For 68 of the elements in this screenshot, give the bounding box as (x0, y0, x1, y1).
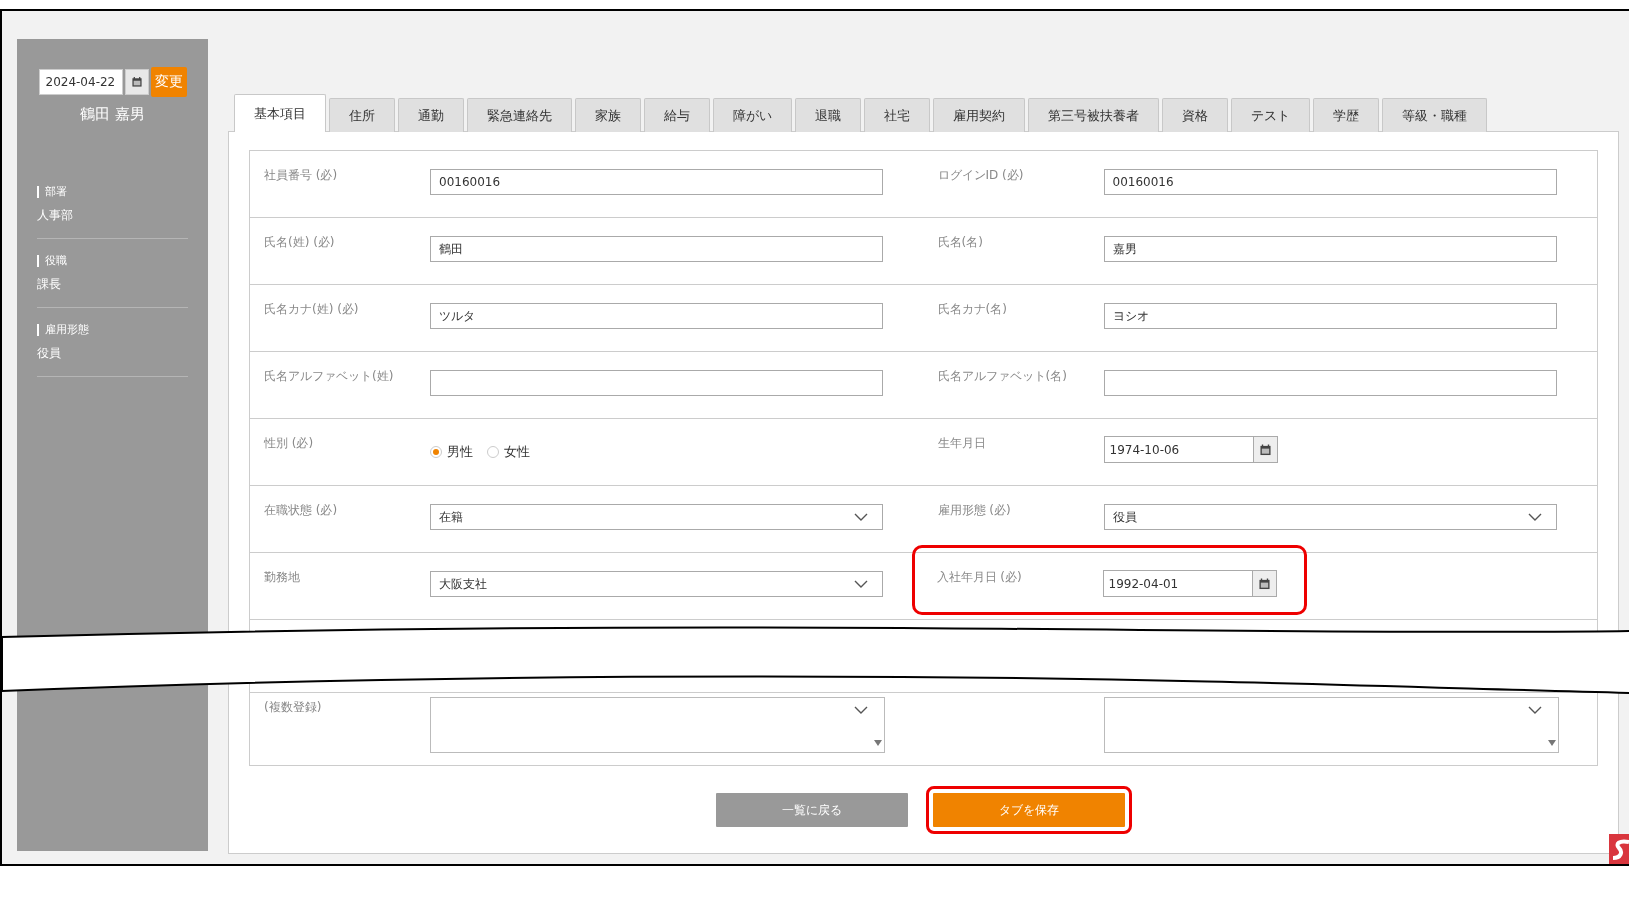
tab[interactable]: 家族 (575, 98, 641, 132)
info-label: 役職 (37, 255, 67, 267)
chevron-down-icon (1527, 706, 1542, 714)
multiselect-field[interactable] (1103, 697, 1559, 753)
chevron-down-icon (854, 706, 868, 714)
tab[interactable]: 障がい (713, 98, 792, 132)
tab[interactable]: 社宅 (864, 98, 930, 132)
text-field[interactable]: 00160016 (1103, 169, 1557, 195)
field-label: 氏名(名) (937, 234, 984, 251)
tab[interactable]: 等級・職種 (1382, 98, 1487, 132)
tab[interactable]: 通勤 (398, 98, 464, 132)
tab[interactable]: 住所 (329, 98, 395, 132)
field-label: 氏名カナ(名) (937, 301, 1008, 318)
field-label: 氏名カナ(姓) (必) (264, 301, 360, 318)
calendar-button[interactable] (1252, 570, 1277, 597)
date-field[interactable]: 1974-10-06 (1103, 436, 1254, 463)
tab[interactable]: 緊急連絡先 (467, 98, 572, 132)
text-field[interactable]: 嘉男 (1103, 236, 1557, 262)
select-field[interactable]: 在籍 (430, 504, 883, 530)
select-field[interactable]: 大阪支社 (430, 571, 883, 597)
tab[interactable]: 学歴 (1313, 98, 1379, 132)
tab[interactable]: 給与 (644, 98, 710, 132)
tab[interactable]: テスト (1231, 98, 1310, 132)
text-field[interactable]: 00160016 (430, 169, 883, 195)
scroll-arrow-icon (1547, 740, 1556, 746)
field-label: ログインID (必) (937, 167, 1025, 184)
info-label: 雇用形態 (37, 324, 89, 336)
date-field[interactable]: 1992-04-01 (1102, 570, 1253, 597)
tab[interactable]: 第三号被扶養者 (1028, 98, 1159, 132)
chevron-down-icon (1527, 513, 1542, 521)
field-label: 社員番号 (必) (264, 167, 339, 184)
select-field[interactable]: 役員 (1103, 504, 1557, 530)
date-field[interactable]: 2024-04-22 (38, 69, 123, 95)
calendar-icon (1258, 577, 1270, 590)
field-label: 入社年月日 (必) (936, 569, 1023, 586)
tab[interactable]: 退職 (795, 98, 861, 132)
radio-option[interactable]: 女性 (487, 443, 530, 461)
multiselect-field[interactable] (430, 697, 885, 753)
calendar-button[interactable] (124, 69, 149, 95)
tab[interactable]: 資格 (1162, 98, 1228, 132)
text-field[interactable]: ヨシオ (1103, 303, 1557, 329)
text-field[interactable] (1103, 370, 1557, 396)
employee-name: 鶴田 嘉男 (79, 105, 146, 124)
text-field[interactable]: 鶴田 (430, 236, 883, 262)
field-label: 生年月日 (937, 435, 987, 452)
calendar-icon (131, 76, 142, 88)
info-value: 人事部 (37, 207, 74, 224)
radio-option[interactable]: 男性 (430, 443, 473, 461)
calendar-button[interactable] (1253, 436, 1278, 463)
field-label: 氏名(姓) (必) (264, 234, 336, 251)
field-label: 在職状態 (必) (264, 502, 339, 519)
tab[interactable]: 雇用契約 (933, 98, 1025, 132)
scroll-arrow-icon (874, 740, 882, 746)
text-field[interactable]: ツルタ (430, 303, 883, 329)
field-label: 雇用形態 (必) (937, 502, 1012, 519)
field-label: 氏名アルファベット(名) (937, 368, 1068, 385)
field-label: 勤務地 (264, 569, 301, 586)
info-value: 課長 (37, 276, 62, 293)
field-label: (複数登録) (264, 699, 323, 716)
tab[interactable]: 基本項目 (234, 94, 326, 132)
calendar-icon (1259, 443, 1271, 456)
chevron-down-icon (854, 513, 868, 521)
info-label: 部署 (37, 186, 67, 198)
field-label: 性別 (必) (264, 435, 315, 452)
field-label: 氏名アルファベット(姓) (264, 368, 395, 385)
chevron-down-icon (854, 580, 868, 588)
info-value: 役員 (37, 345, 62, 362)
text-field[interactable] (430, 370, 883, 396)
